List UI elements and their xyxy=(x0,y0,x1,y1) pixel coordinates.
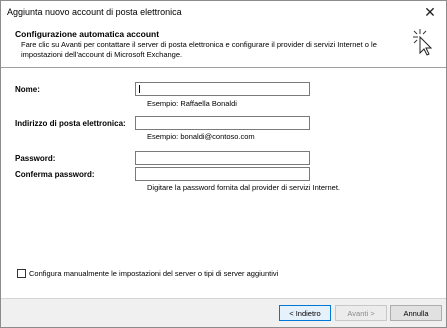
header-title: Configurazione automatica account xyxy=(15,29,160,39)
back-button[interactable]: < Indietro xyxy=(279,305,331,321)
wizard-cursor-icon xyxy=(413,29,433,56)
manual-config-row[interactable]: Configura manualmente le impostazioni de… xyxy=(17,269,278,278)
name-label: Nome: xyxy=(15,85,40,94)
manual-config-checkbox[interactable] xyxy=(17,269,26,278)
name-hint: Esempio: Raffaella Bonaldi xyxy=(147,99,237,108)
email-label: Indirizzo di posta elettronica: xyxy=(15,119,126,128)
next-button[interactable]: Avanti > xyxy=(335,305,387,321)
email-hint: Esempio: bonaldi@contoso.com xyxy=(147,132,255,141)
header-description: Fare clic su Avanti per contattare il se… xyxy=(21,40,377,59)
password-label: Password: xyxy=(15,154,56,163)
name-field[interactable] xyxy=(135,82,310,96)
wizard-header: Configurazione automatica account Fare c… xyxy=(1,23,446,65)
confirm-password-label: Conferma password: xyxy=(15,170,95,179)
text-caret xyxy=(139,85,140,93)
email-field[interactable] xyxy=(135,116,310,130)
cancel-button[interactable]: Annulla xyxy=(390,305,442,321)
password-field[interactable] xyxy=(135,151,310,165)
manual-config-label[interactable]: Configura manualmente le impostazioni de… xyxy=(29,269,278,278)
account-wizard-window: Aggiunta nuovo account di posta elettron… xyxy=(0,0,447,328)
close-icon[interactable]: ✕ xyxy=(418,3,442,21)
title-bar: Aggiunta nuovo account di posta elettron… xyxy=(1,1,446,23)
confirm-password-hint: Digitare la password fornita dal provide… xyxy=(147,183,341,192)
header-divider xyxy=(1,67,446,68)
window-title: Aggiunta nuovo account di posta elettron… xyxy=(7,7,182,17)
confirm-password-field[interactable] xyxy=(135,167,310,181)
